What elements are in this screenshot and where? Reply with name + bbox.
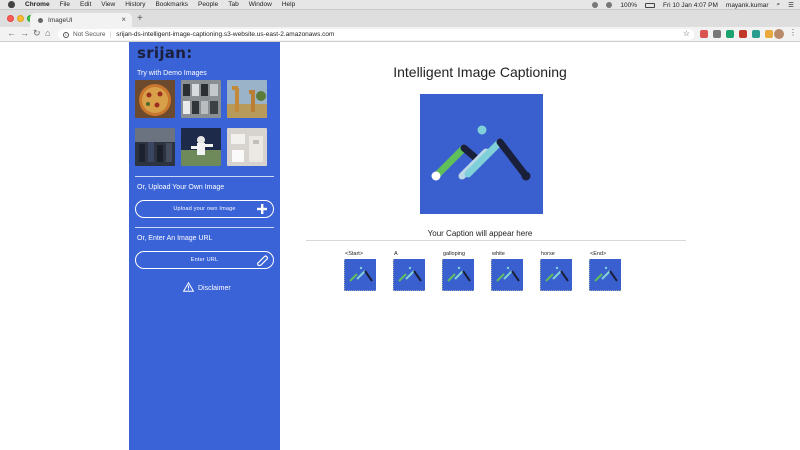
extension-shield-icon[interactable]: [700, 30, 708, 38]
attention-map-image: [540, 259, 572, 291]
battery-percent: 100%: [620, 1, 637, 9]
home-icon[interactable]: ⌂: [45, 28, 50, 38]
search-icon[interactable]: ⌕: [777, 1, 781, 9]
demo-image-giraffes[interactable]: [227, 80, 267, 118]
extension-globe-icon[interactable]: [752, 30, 760, 38]
caption-word-label: <Start>: [345, 251, 364, 257]
info-icon[interactable]: i: [63, 31, 69, 38]
caption-word: A: [393, 251, 427, 291]
srijan-logo: srijan:: [137, 44, 193, 62]
browser-tab[interactable]: ImageUI ×: [30, 13, 132, 27]
profile-avatar[interactable]: [774, 29, 784, 39]
more-menu-icon[interactable]: ⋮: [789, 28, 797, 37]
demo-image-pizza[interactable]: [135, 80, 175, 118]
reload-icon[interactable]: ↻: [33, 28, 41, 39]
menu-tab[interactable]: Tab: [228, 1, 238, 8]
extensions-area: [700, 30, 773, 38]
minimize-window-icon[interactable]: [17, 15, 24, 22]
sidebar-divider: [135, 227, 274, 228]
url-heading: Or, Enter An Image URL: [137, 235, 213, 242]
upload-button-label: Upload your own Image: [173, 206, 236, 212]
close-window-icon[interactable]: [7, 15, 14, 22]
caption-word: horse: [540, 251, 574, 291]
back-arrow-icon[interactable]: ←: [7, 28, 16, 38]
extension-grammarly-icon[interactable]: [726, 30, 734, 38]
wifi-icon[interactable]: [592, 2, 599, 8]
menu-edit[interactable]: Edit: [80, 1, 91, 8]
volume-icon[interactable]: [606, 2, 613, 8]
caption-word: <Start>: [344, 251, 378, 291]
plus-icon: [256, 203, 268, 217]
apple-icon[interactable]: [8, 1, 15, 8]
address-bar[interactable]: i Not Secure | srijan-ds-intelligent-ima…: [58, 29, 694, 40]
page-left-margin: [0, 42, 129, 450]
extension-mail-icon[interactable]: [739, 30, 747, 38]
menu-history[interactable]: History: [125, 1, 145, 8]
caption-label: Your Caption will appear here: [427, 229, 533, 238]
not-secure-label: Not Secure: [73, 31, 106, 38]
menu-people[interactable]: People: [198, 1, 218, 8]
attention-map-image: [393, 259, 425, 291]
menu-window[interactable]: Window: [249, 1, 272, 8]
tab-strip: ImageUI × +: [0, 10, 800, 27]
extension-pin-icon[interactable]: [713, 30, 721, 38]
url-separator: |: [109, 31, 112, 38]
upload-image-button[interactable]: Upload your own Image: [135, 200, 274, 218]
tab-title: ImageUI: [48, 16, 73, 24]
enter-url-label: Enter URL: [190, 257, 219, 263]
mountain-logo-icon: [431, 125, 531, 181]
attention-map-image: [442, 259, 474, 291]
caption-word-label: horse: [541, 251, 555, 257]
menu-app[interactable]: Chrome: [25, 1, 50, 8]
image-placeholder: [420, 94, 543, 214]
caption-word: white: [491, 251, 525, 291]
attention-map-image: [491, 259, 523, 291]
sidebar: srijan: Try with Demo Images Or, Upload …: [129, 42, 280, 450]
url-text[interactable]: srijan-ds-intelligent-image-captioning.s…: [116, 31, 334, 38]
menu-file[interactable]: File: [60, 1, 70, 8]
bookmark-star-icon[interactable]: ☆: [683, 29, 690, 38]
menu-bookmarks[interactable]: Bookmarks: [155, 1, 188, 8]
forward-arrow-icon[interactable]: →: [20, 28, 29, 38]
menubar-user[interactable]: mayank.kumar: [726, 2, 769, 9]
caption-word-label: white: [492, 251, 505, 257]
paperclip-icon: [256, 254, 268, 268]
battery-icon[interactable]: [644, 2, 655, 8]
page-title: Intelligent Image Captioning: [393, 64, 567, 80]
main-content: Intelligent Image Captioning Your Captio…: [280, 42, 800, 450]
enter-url-button[interactable]: Enter URL: [135, 251, 274, 269]
favicon-icon: [38, 17, 43, 23]
macos-menubar: Chrome File Edit View History Bookmarks …: [0, 0, 800, 10]
menubar-clock[interactable]: Fri 10 Jan 4:07 PM: [663, 2, 718, 9]
caption-word-label: galloping: [443, 251, 466, 257]
attention-map-image: [589, 259, 621, 291]
upload-heading: Or, Upload Your Own Image: [137, 184, 225, 191]
new-tab-icon[interactable]: +: [137, 13, 143, 24]
caption-divider: [306, 240, 686, 241]
warning-icon: [182, 281, 195, 294]
demo-image-people[interactable]: [135, 128, 175, 166]
disclaimer-link[interactable]: Disclaimer: [182, 281, 231, 294]
demo-image-cars[interactable]: [181, 80, 221, 118]
caption-word-label: A: [394, 251, 398, 257]
demo-image-baseball[interactable]: [181, 128, 221, 166]
caption-word: galloping: [442, 251, 476, 291]
menu-view[interactable]: View: [101, 1, 115, 8]
disclaimer-label: Disclaimer: [198, 284, 231, 292]
extension-bag-icon[interactable]: [765, 30, 773, 38]
tab-close-icon[interactable]: ×: [121, 15, 126, 24]
caption-word: <End>: [589, 251, 623, 291]
demo-images-heading: Try with Demo Images: [137, 70, 207, 77]
list-icon[interactable]: ☰: [788, 1, 794, 9]
demo-image-bathroom[interactable]: [227, 128, 267, 166]
menu-help[interactable]: Help: [282, 1, 295, 8]
caption-word-label: <End>: [590, 251, 607, 257]
browser-toolbar: ← → ↻ ⌂ i Not Secure | srijan-ds-intelli…: [0, 27, 800, 42]
sidebar-divider: [135, 176, 274, 177]
attention-map-image: [344, 259, 376, 291]
